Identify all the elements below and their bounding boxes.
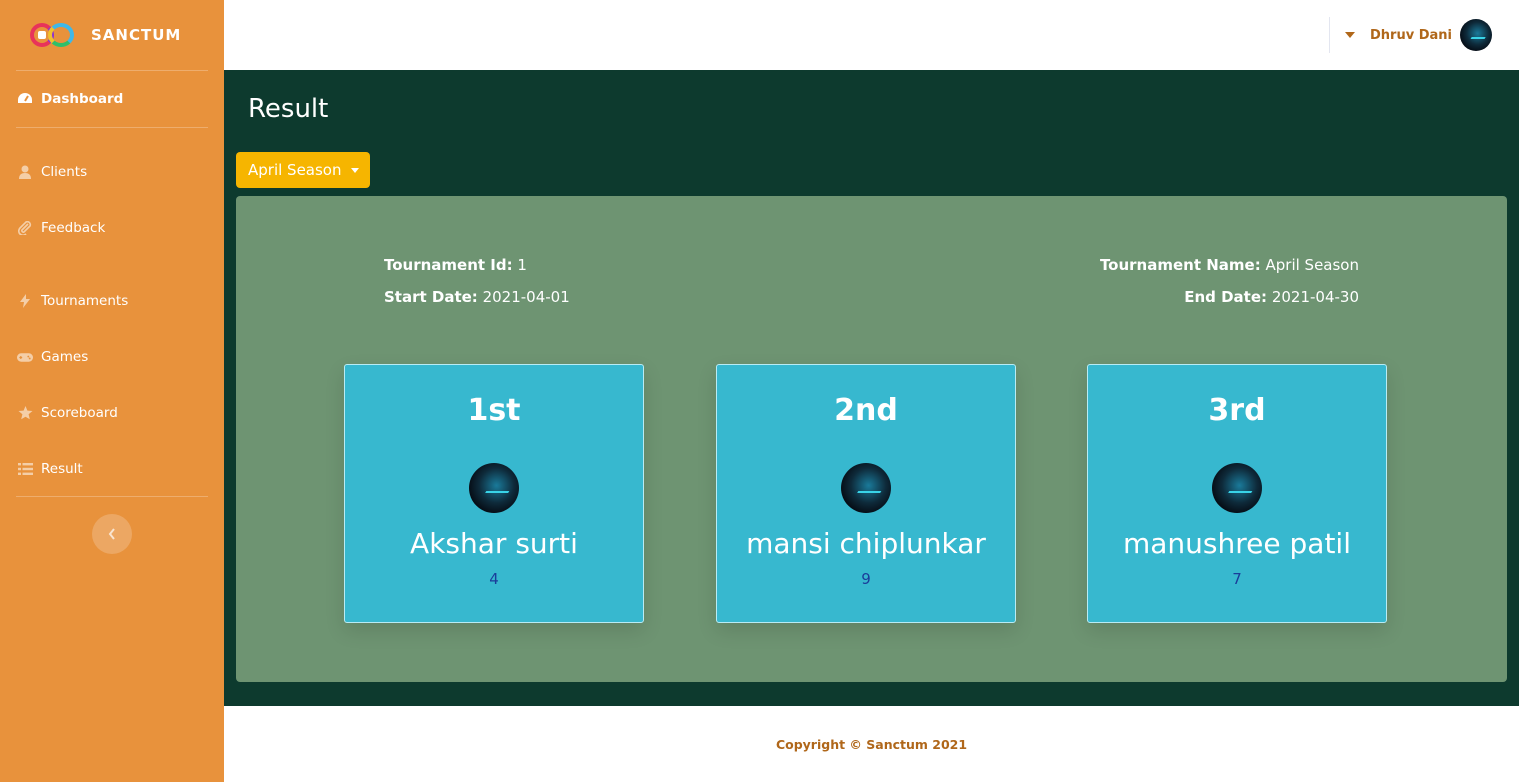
tachometer-icon xyxy=(17,91,33,107)
bolt-icon xyxy=(17,293,33,309)
player-name: Akshar surti xyxy=(410,527,578,560)
season-dropdown[interactable]: April Season xyxy=(236,152,370,188)
winner-card-second: 2nd mansi chiplunkar 9 xyxy=(716,364,1016,623)
rank-label: 2nd xyxy=(834,393,898,428)
sidebar-item-label: Result xyxy=(41,461,83,477)
player-name: mansi chiplunkar xyxy=(746,527,986,560)
caret-down-icon xyxy=(1345,32,1355,38)
sanctum-logo-icon xyxy=(30,22,76,48)
result-panel: Tournament Id: 1 Start Date: 2021-04-01 … xyxy=(236,196,1507,682)
sidebar-item-feedback[interactable]: Feedback xyxy=(17,217,105,239)
main-content: Result April Season Tournament Id: 1 Sta… xyxy=(224,70,1519,706)
player-name: manushree patil xyxy=(1123,527,1351,560)
winner-card-third: 3rd manushree patil 7 xyxy=(1087,364,1387,623)
player-score: 7 xyxy=(1232,570,1242,588)
paperclip-icon xyxy=(17,220,33,236)
sidebar-item-label: Dashboard xyxy=(41,91,124,107)
sidebar-item-label: Tournaments xyxy=(41,293,129,309)
rank-label: 1st xyxy=(467,393,521,428)
chevron-left-icon xyxy=(108,525,116,544)
end-date: End Date: 2021-04-30 xyxy=(1184,288,1359,306)
copyright-text: Copyright © Sanctum 2021 xyxy=(775,736,968,752)
sidebar-item-scoreboard[interactable]: Scoreboard xyxy=(17,402,118,424)
star-icon xyxy=(17,405,33,421)
topbar-divider xyxy=(1329,17,1330,53)
sidebar-item-label: Games xyxy=(41,349,89,365)
sidebar-item-label: Scoreboard xyxy=(41,405,118,421)
start-date: Start Date: 2021-04-01 xyxy=(384,288,570,306)
tournament-id: Tournament Id: 1 xyxy=(384,256,527,274)
caret-down-icon xyxy=(350,167,359,173)
brand[interactable]: SANCTUM xyxy=(0,0,224,70)
list-icon xyxy=(17,461,33,477)
player-score: 9 xyxy=(861,570,871,588)
sidebar-toggle-button[interactable] xyxy=(92,514,132,554)
tournament-name: Tournament Name: April Season xyxy=(1099,256,1359,274)
avatar xyxy=(1212,463,1262,513)
season-dropdown-label: April Season xyxy=(248,161,342,179)
user-icon xyxy=(17,164,33,180)
sidebar: SANCTUM Dashboard Clients Feedback Tourn… xyxy=(0,0,224,782)
sidebar-item-tournaments[interactable]: Tournaments xyxy=(17,290,128,312)
topbar: Dhruv Dani xyxy=(224,0,1519,70)
avatar xyxy=(469,463,519,513)
avatar xyxy=(841,463,891,513)
sidebar-divider xyxy=(16,496,208,497)
sidebar-item-label: Clients xyxy=(41,164,88,180)
rank-label: 3rd xyxy=(1208,393,1266,428)
winner-card-first: 1st Akshar surti 4 xyxy=(344,364,644,623)
brand-name: SANCTUM xyxy=(91,26,182,44)
sidebar-item-games[interactable]: Games xyxy=(17,346,88,368)
footer: Copyright © Sanctum 2021 xyxy=(224,706,1519,782)
gamepad-icon xyxy=(17,349,33,365)
sidebar-divider xyxy=(16,70,208,71)
sidebar-item-label: Feedback xyxy=(41,220,106,236)
player-score: 4 xyxy=(489,570,499,588)
user-name: Dhruv Dani xyxy=(1370,27,1452,43)
sidebar-divider xyxy=(16,127,208,128)
sidebar-item-dashboard[interactable]: Dashboard xyxy=(17,88,123,110)
user-menu[interactable]: Dhruv Dani xyxy=(1345,18,1492,52)
avatar xyxy=(1460,19,1492,51)
sidebar-item-clients[interactable]: Clients xyxy=(17,161,87,183)
page-title: Result xyxy=(248,94,329,124)
sidebar-item-result[interactable]: Result xyxy=(17,458,83,480)
